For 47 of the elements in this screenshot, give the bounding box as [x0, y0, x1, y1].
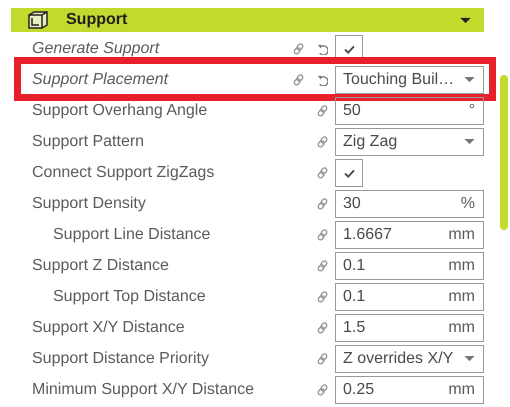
setting-label: Connect Support ZigZags [31, 164, 216, 182]
section-header[interactable]: Support [11, 8, 484, 32]
link-icon[interactable] [317, 105, 328, 117]
setting-label: Support Z Distance [31, 257, 170, 275]
dropdown[interactable]: Z overrides X/Y [335, 345, 484, 373]
dropdown[interactable]: Zig Zag [335, 128, 484, 156]
reset-icon[interactable] [317, 74, 328, 86]
link-icon[interactable] [317, 198, 328, 210]
setting-label: Support Overhang Angle [31, 102, 208, 120]
number-field[interactable]: 0.25 mm [335, 376, 484, 404]
caret-icon [464, 77, 475, 83]
section-title: Support [66, 11, 128, 29]
link-icon[interactable] [317, 353, 328, 365]
number-field[interactable]: 50 ° [335, 97, 484, 125]
scrollbar[interactable] [500, 75, 508, 230]
caret-icon[interactable] [460, 16, 471, 24]
check-icon [344, 168, 354, 178]
check-icon [344, 44, 354, 54]
number-field[interactable]: 1.5 mm [335, 314, 484, 342]
setting-label: Support X/Y Distance [31, 319, 186, 337]
link-icon[interactable] [293, 43, 304, 55]
cube-icon [27, 10, 49, 30]
checkbox[interactable] [335, 159, 363, 187]
setting-label: Support Distance Priority [31, 350, 210, 368]
link-icon[interactable] [317, 136, 328, 148]
number-field[interactable]: 30 % [335, 190, 484, 218]
setting-label: Support Density [31, 195, 147, 213]
link-icon[interactable] [317, 291, 328, 303]
setting-label: Support Placement [31, 71, 170, 89]
number-field[interactable]: 1.6667 mm [335, 221, 484, 249]
link-icon[interactable] [317, 167, 328, 179]
link-icon[interactable] [317, 322, 328, 334]
number-field[interactable]: 0.1 mm [335, 283, 484, 311]
setting-label: Minimum Support X/Y Distance [31, 381, 256, 399]
caret-icon [464, 356, 475, 362]
number-field[interactable]: 0.1 mm [335, 252, 484, 280]
setting-label: Support Top Distance [52, 288, 207, 306]
link-icon[interactable] [317, 260, 328, 272]
link-icon[interactable] [293, 74, 304, 86]
setting-label: Support Pattern [31, 133, 146, 151]
link-icon[interactable] [317, 384, 328, 396]
dropdown[interactable]: Touching Buil… [335, 66, 484, 94]
setting-label: Generate Support [31, 40, 161, 58]
reset-icon[interactable] [317, 44, 328, 54]
link-icon[interactable] [317, 229, 328, 241]
setting-label: Support Line Distance [52, 226, 212, 244]
caret-icon [464, 139, 475, 145]
